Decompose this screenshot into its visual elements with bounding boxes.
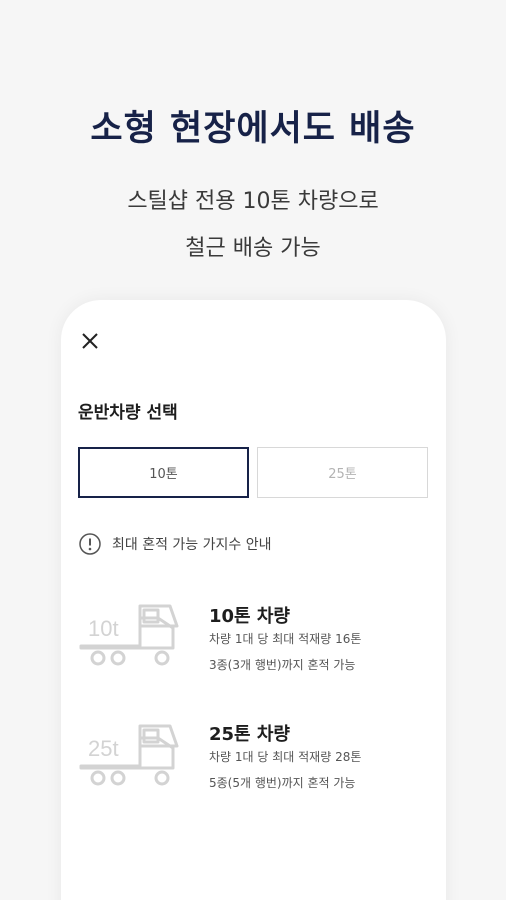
vehicle-option-label: 25톤 xyxy=(328,467,357,482)
vehicle-mixing: 5종(5개 행번)까지 혼적 가능 xyxy=(209,776,356,790)
close-button[interactable] xyxy=(79,330,101,352)
vehicle-title: 25톤 차량 xyxy=(209,724,290,745)
truck-badge: 25t xyxy=(88,736,119,761)
info-icon xyxy=(79,533,101,555)
mixing-info-link[interactable]: 최대 혼적 가능 가지수 안내 xyxy=(78,532,271,556)
headline: 소형 현장에서도 배송 xyxy=(90,109,416,149)
vehicle-option-25t[interactable]: 25톤 xyxy=(257,447,428,498)
vehicle-option-label: 10톤 xyxy=(149,467,178,482)
subheadline-line-2: 철근 배송 가능 xyxy=(185,236,321,261)
subheadline: 스틸샵 전용 10톤 차량으로 철근 배송 가능 xyxy=(0,178,506,272)
notice-text: 최대 혼적 가능 가지수 안내 xyxy=(112,537,272,553)
vehicle-option-10t[interactable]: 10톤 xyxy=(78,447,249,498)
vehicle-mixing: 3종(3개 행번)까지 혼적 가능 xyxy=(209,658,356,672)
truck-badge: 10t xyxy=(88,616,119,641)
vehicle-capacity: 차량 1대 당 최대 적재량 16톤 xyxy=(209,632,362,646)
vehicle-title: 10톤 차량 xyxy=(209,606,290,627)
truck-icon: 25t xyxy=(79,724,179,786)
subheadline-line-1: 스틸샵 전용 10톤 차량으로 xyxy=(127,189,379,214)
phone-mockup: 운반차량 선택 10톤 25톤 최대 혼적 가능 가지수 안내 10t 10톤 … xyxy=(61,300,446,900)
vehicle-capacity: 차량 1대 당 최대 적재량 28톤 xyxy=(209,750,362,764)
section-title: 운반차량 선택 xyxy=(78,403,178,423)
close-icon xyxy=(82,333,98,349)
truck-icon: 10t xyxy=(79,604,179,666)
